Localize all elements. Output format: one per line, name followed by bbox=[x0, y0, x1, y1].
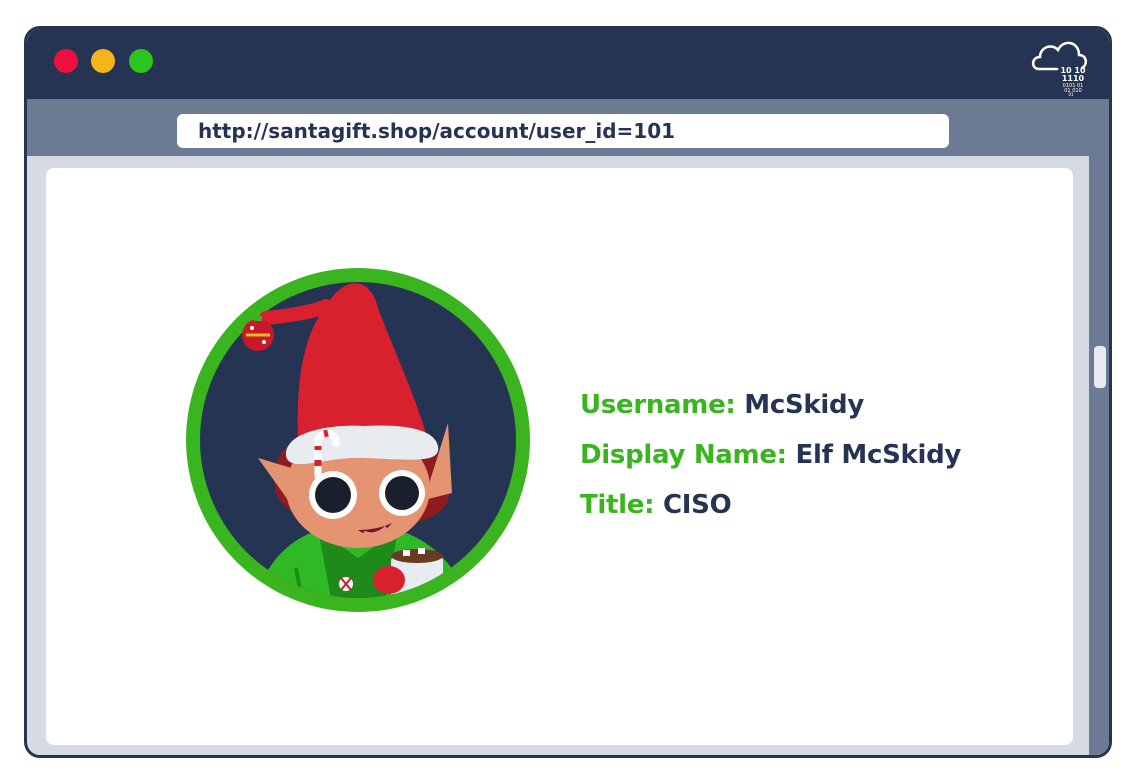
page-content: Username: McSkidy Display Name: Elf McSk… bbox=[46, 168, 1073, 745]
scrollbar[interactable] bbox=[1089, 156, 1109, 755]
username-label: Username: bbox=[580, 390, 736, 420]
title-row: Title: CISO bbox=[580, 480, 961, 530]
browser-window: 10 10 1110 0101 01 01 010 01 http://sant… bbox=[24, 26, 1112, 758]
url-input[interactable]: http://santagift.shop/account/user_id=10… bbox=[177, 114, 949, 148]
cloud-binary-text: 01 bbox=[1068, 92, 1074, 97]
profile-info: Username: McSkidy Display Name: Elf McSk… bbox=[580, 380, 961, 530]
title-bar: 10 10 1110 0101 01 01 010 01 bbox=[27, 29, 1109, 99]
cloud-binary-icon: 10 10 1110 0101 01 01 010 01 bbox=[1031, 41, 1088, 97]
close-window-button[interactable] bbox=[54, 49, 78, 73]
username-value: McSkidy bbox=[744, 390, 864, 420]
title-value: CISO bbox=[663, 490, 732, 520]
display-name-row: Display Name: Elf McSkidy bbox=[580, 430, 961, 480]
display-name-value: Elf McSkidy bbox=[795, 440, 962, 470]
minimize-window-button[interactable] bbox=[91, 49, 115, 73]
elf-avatar bbox=[186, 268, 530, 612]
cloud-binary-text: 1110 bbox=[1062, 74, 1085, 83]
title-label: Title: bbox=[580, 490, 655, 520]
username-row: Username: McSkidy bbox=[580, 380, 961, 430]
maximize-window-button[interactable] bbox=[129, 49, 153, 73]
display-name-label: Display Name: bbox=[580, 440, 787, 470]
address-bar: http://santagift.shop/account/user_id=10… bbox=[27, 99, 1109, 156]
scrollbar-thumb[interactable] bbox=[1094, 346, 1106, 388]
